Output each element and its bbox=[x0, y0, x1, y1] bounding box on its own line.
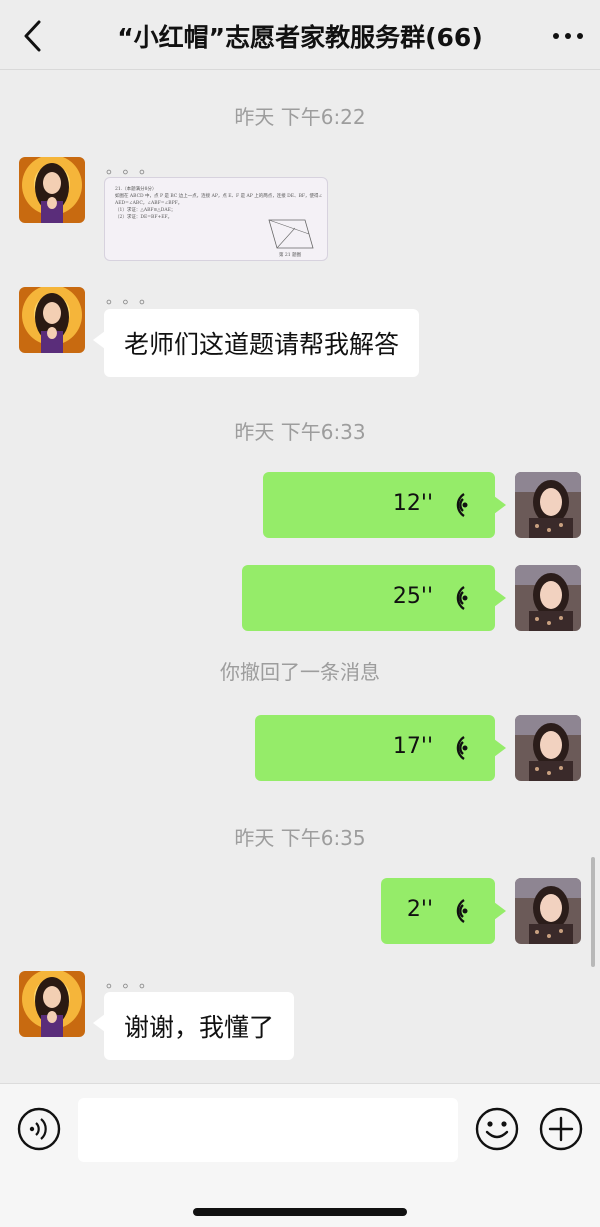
timestamp: 昨天 下午6:35 bbox=[234, 826, 366, 850]
sender-name: 。。。 bbox=[106, 973, 164, 991]
emoji-icon bbox=[475, 1107, 519, 1151]
sender-name: 。。。 bbox=[106, 159, 164, 177]
chat-header: “小红帽”志愿者家教服务群(66) bbox=[0, 0, 600, 70]
voice-wave-icon bbox=[456, 735, 468, 761]
text-message-bubble[interactable]: 谢谢，我懂了 bbox=[92, 992, 295, 1060]
image-text-line: 如图在 ABCD 中，点 P 是 BC 边上一点，连接 AP，点 E、F 是 A… bbox=[115, 194, 323, 199]
voice-wave-icon bbox=[456, 492, 468, 518]
sender-avatar[interactable] bbox=[19, 971, 85, 1037]
text-message-bubble[interactable]: 老师们这道题请帮我解答 bbox=[92, 309, 420, 377]
recall-notice: 你撤回了一条消息 bbox=[220, 660, 380, 684]
image-text-line: （2）求证：DE=BF+EF。 bbox=[115, 215, 173, 220]
voice-message-bubble[interactable]: 2'' bbox=[381, 878, 506, 944]
voice-duration: 12'' bbox=[392, 491, 433, 516]
voice-message-bubble[interactable]: 12'' bbox=[263, 472, 506, 538]
image-message[interactable]: 21.（本题满分8分） 如图在 ABCD 中，点 P 是 BC 边上一点，连接 … bbox=[104, 177, 328, 261]
voice-duration: 2'' bbox=[406, 897, 433, 922]
image-caption: 第 21 题图 bbox=[279, 253, 302, 258]
more-functions-button[interactable] bbox=[538, 1106, 584, 1152]
sender-name: 。。。 bbox=[106, 289, 164, 307]
sender-avatar[interactable] bbox=[19, 287, 85, 353]
my-avatar[interactable] bbox=[515, 565, 581, 631]
more-button[interactable] bbox=[550, 22, 586, 50]
voice-message-bubble[interactable]: 17'' bbox=[255, 715, 506, 781]
voice-duration: 17'' bbox=[392, 734, 433, 759]
voice-mode-icon bbox=[17, 1107, 61, 1151]
voice-mode-button[interactable] bbox=[16, 1106, 62, 1152]
voice-wave-icon bbox=[456, 585, 468, 611]
chevron-left-icon bbox=[24, 20, 41, 52]
voice-message-bubble[interactable]: 25'' bbox=[242, 565, 506, 631]
image-text-line: AED=∠ABC，∠ABF=∠BPF。 bbox=[115, 201, 183, 206]
ellipsis-icon bbox=[553, 33, 583, 39]
home-indicator[interactable] bbox=[193, 1208, 407, 1216]
plus-circle-icon bbox=[539, 1107, 583, 1151]
my-avatar[interactable] bbox=[515, 715, 581, 781]
image-text-line: （1）求证：△ABF≌△DAE； bbox=[115, 208, 176, 213]
back-button[interactable] bbox=[14, 16, 54, 56]
scrollbar[interactable] bbox=[591, 857, 595, 967]
voice-duration: 25'' bbox=[392, 584, 433, 609]
sender-avatar[interactable] bbox=[19, 157, 85, 223]
timestamp: 昨天 下午6:22 bbox=[234, 105, 366, 129]
chat-message-list[interactable]: 昨天 下午6:22 。。。 21.（本题满分8分） 如图在 ABCD 中，点 P… bbox=[0, 71, 600, 1083]
my-avatar[interactable] bbox=[515, 878, 581, 944]
emoji-button[interactable] bbox=[474, 1106, 520, 1152]
voice-wave-icon bbox=[456, 898, 468, 924]
timestamp: 昨天 下午6:33 bbox=[234, 420, 366, 444]
geometry-figure bbox=[268, 219, 314, 249]
image-text-line: 21.（本题满分8分） bbox=[115, 187, 157, 192]
chat-title: “小红帽”志愿者家教服务群(66) bbox=[117, 23, 483, 52]
my-avatar[interactable] bbox=[515, 472, 581, 538]
message-input[interactable] bbox=[78, 1098, 458, 1162]
input-bar bbox=[0, 1083, 600, 1227]
